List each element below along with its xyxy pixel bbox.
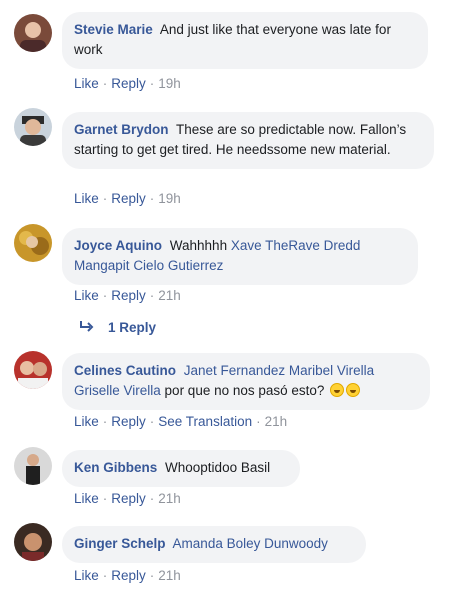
- timestamp[interactable]: 21h: [158, 568, 181, 583]
- comment-text: Whooptidoo Basil: [165, 460, 271, 475]
- tagged-user[interactable]: Janet Fernandez: [184, 363, 285, 378]
- commenter-name[interactable]: Garnet Brydon: [74, 122, 169, 137]
- like-link[interactable]: Like: [74, 288, 99, 303]
- reply-link[interactable]: Reply: [111, 414, 146, 429]
- timestamp[interactable]: 19h: [158, 191, 181, 206]
- comment-actions: Like · Reply · 19h: [74, 76, 181, 91]
- timestamp[interactable]: 21h: [265, 414, 288, 429]
- comment-bubble: Ginger Schelp Amanda Boley Dunwoody: [62, 526, 366, 563]
- commenter-name[interactable]: Joyce Aquino: [74, 238, 162, 253]
- laughing-emoji-icon: [346, 383, 361, 397]
- comment-actions: Like · Reply · 21h: [74, 568, 181, 583]
- like-link[interactable]: Like: [74, 568, 99, 583]
- avatar[interactable]: [14, 523, 52, 561]
- comment-actions: Like · Reply · 21h: [74, 491, 181, 506]
- comment-text: Wahhhhh: [169, 238, 228, 253]
- commenter-name[interactable]: Celines Cautino: [74, 363, 176, 378]
- like-link[interactable]: Like: [74, 491, 99, 506]
- tagged-user[interactable]: Cielo Gutierrez: [133, 258, 223, 273]
- see-translation-link[interactable]: See Translation: [158, 414, 252, 429]
- reply-link[interactable]: Reply: [111, 491, 146, 506]
- timestamp[interactable]: 19h: [158, 76, 181, 91]
- commenter-name[interactable]: Stevie Marie: [74, 22, 153, 37]
- comment-bubble: Ken Gibbens Whooptidoo Basil: [62, 450, 300, 487]
- timestamp[interactable]: 21h: [158, 288, 181, 303]
- commenter-name[interactable]: Ken Gibbens: [74, 460, 157, 475]
- reply-link[interactable]: Reply: [111, 76, 146, 91]
- avatar[interactable]: [14, 351, 52, 389]
- like-link[interactable]: Like: [74, 191, 99, 206]
- like-link[interactable]: Like: [74, 76, 99, 91]
- tagged-user[interactable]: Amanda Boley Dunwoody: [173, 536, 328, 551]
- tagged-user[interactable]: Xave TheRave Dredd: [231, 238, 361, 253]
- timestamp[interactable]: 21h: [158, 491, 181, 506]
- comment-bubble: Joyce Aquino Wahhhhh Xave TheRave Dredd …: [62, 228, 418, 285]
- reply-arrow-icon: [80, 320, 94, 336]
- view-replies-link[interactable]: 1 Reply: [80, 320, 156, 336]
- reply-link[interactable]: Reply: [111, 288, 146, 303]
- avatar[interactable]: [14, 224, 52, 262]
- comment-actions: Like · Reply · 19h: [74, 191, 181, 206]
- replies-count[interactable]: 1 Reply: [108, 320, 156, 335]
- avatar[interactable]: [14, 108, 52, 146]
- laughing-emoji-icon: [330, 383, 345, 397]
- comment-text: por que no nos pasó esto?: [164, 383, 325, 398]
- comment-actions: Like · Reply · 21h: [74, 288, 181, 303]
- tagged-user[interactable]: Griselle Virella: [74, 383, 161, 398]
- tagged-user[interactable]: Mangapit: [74, 258, 130, 273]
- avatar[interactable]: [14, 14, 52, 52]
- tagged-user[interactable]: Maribel Virella: [289, 363, 374, 378]
- comment-bubble: Celines Cautino Janet Fernandez Maribel …: [62, 353, 430, 410]
- comment-bubble: Stevie Marie And just like that everyone…: [62, 12, 428, 69]
- like-link[interactable]: Like: [74, 414, 99, 429]
- avatar[interactable]: [14, 447, 52, 485]
- comment-actions: Like · Reply · See Translation · 21h: [74, 414, 288, 429]
- commenter-name[interactable]: Ginger Schelp: [74, 536, 166, 551]
- reply-link[interactable]: Reply: [111, 191, 146, 206]
- comment-bubble: Garnet Brydon These are so predictable n…: [62, 112, 434, 169]
- reply-link[interactable]: Reply: [111, 568, 146, 583]
